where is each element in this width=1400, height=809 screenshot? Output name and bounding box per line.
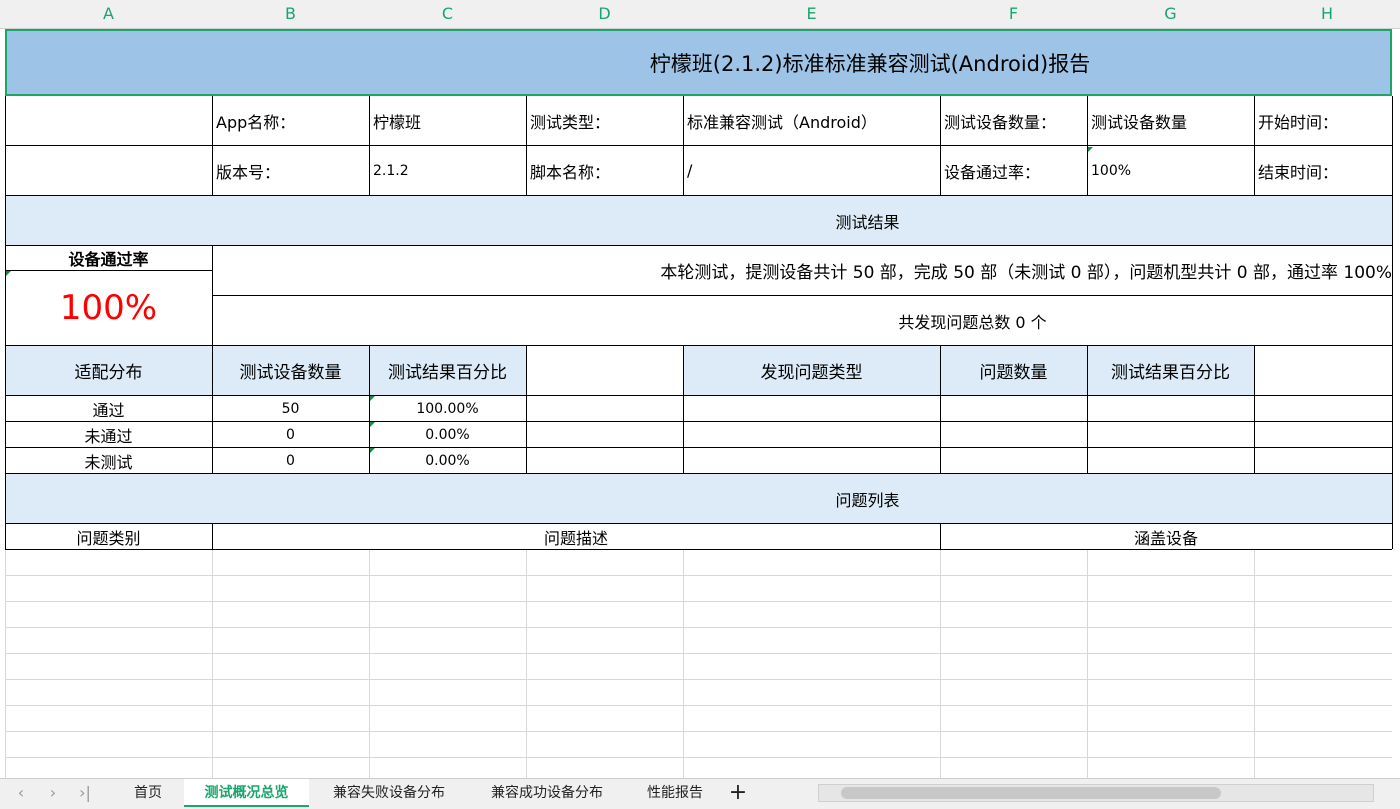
issues-total[interactable]: 共发现问题总数 0 个	[780, 296, 1165, 345]
column-header-bar: A B C D E F G H	[0, 0, 1400, 29]
column-header-e[interactable]: E	[683, 0, 940, 28]
start-time-label[interactable]: 开始时间：	[1254, 96, 1396, 145]
last-sheet-icon[interactable]: ›|	[72, 779, 98, 807]
dist-header-percent: 测试结果百分比	[388, 363, 507, 383]
version-value[interactable]: 2.1.2	[369, 146, 530, 195]
results-header: 测试结果	[835, 212, 900, 232]
column-header-g[interactable]: G	[1087, 0, 1254, 28]
dist-row-count[interactable]: 50	[212, 396, 369, 421]
dist-row-percent[interactable]: 0.00%	[369, 448, 526, 473]
column-header-h[interactable]: H	[1254, 0, 1400, 28]
dist-header-device-count: 测试设备数量	[239, 363, 342, 383]
device-count-label[interactable]: 测试设备数量：	[940, 96, 1091, 145]
add-sheet-icon[interactable]: +	[725, 779, 751, 807]
horizontal-scrollbar[interactable]	[818, 784, 1374, 802]
script-name-value[interactable]: /	[683, 146, 944, 195]
column-header-b[interactable]: B	[212, 0, 369, 28]
scrollbar-thumb[interactable]	[841, 787, 1221, 799]
column-header-c[interactable]: C	[369, 0, 526, 28]
column-header-a[interactable]: A	[5, 0, 212, 28]
sheet-tab-bar: ‹ › ›| 首页 测试概况总览 兼容失败设备分布 兼容成功设备分布 性能报告 …	[0, 778, 1400, 809]
dist-header-issue-count: 问题数量	[979, 363, 1048, 383]
pass-rate-big-value[interactable]: 100%	[5, 271, 212, 345]
dist-row-percent[interactable]: 0.00%	[369, 422, 526, 447]
tab-compat-failed[interactable]: 兼容失败设备分布	[311, 779, 467, 807]
app-name-label[interactable]: App名称：	[212, 96, 373, 145]
device-count-value[interactable]: 测试设备数量	[1087, 96, 1258, 145]
column-header-f[interactable]: F	[940, 0, 1087, 28]
end-time-label[interactable]: 结束时间：	[1254, 146, 1396, 195]
issue-description-header[interactable]: 问题描述	[212, 524, 940, 549]
dist-header-issue-percent: 测试结果百分比	[1111, 363, 1230, 383]
tab-home[interactable]: 首页	[114, 779, 182, 807]
dist-row-count[interactable]: 0	[212, 448, 369, 473]
report-title: 柠檬班(2.1.2)标准标准兼容测试(Android)报告	[649, 51, 1091, 76]
prev-sheet-icon[interactable]: ‹	[8, 779, 34, 807]
dist-header-issue-type: 发现问题类型	[760, 363, 863, 383]
results-header-cell[interactable]	[5, 196, 1392, 245]
tab-test-overview[interactable]: 测试概况总览	[184, 779, 309, 807]
dist-header-distribution: 适配分布	[74, 363, 143, 383]
column-header-d[interactable]: D	[526, 0, 683, 28]
test-summary[interactable]: 本轮测试，提测设备共计 50 部，完成 50 部（未测试 0 部），问题机型共计…	[212, 246, 1398, 295]
dist-row-label[interactable]: 通过	[5, 396, 212, 421]
app-name-value[interactable]: 柠檬班	[369, 96, 530, 145]
issue-list-header-cell[interactable]	[5, 474, 1392, 523]
issue-category-header[interactable]: 问题类别	[5, 524, 212, 549]
script-name-label[interactable]: 脚本名称：	[526, 146, 687, 195]
pass-rate-title[interactable]: 设备通过率	[5, 246, 212, 270]
test-type-label[interactable]: 测试类型：	[526, 96, 687, 145]
next-sheet-icon[interactable]: ›	[40, 779, 66, 807]
version-label[interactable]: 版本号：	[212, 146, 373, 195]
pass-rate-value[interactable]: 100%	[1087, 146, 1258, 195]
issue-list-header: 问题列表	[835, 490, 900, 510]
dist-row-percent[interactable]: 100.00%	[369, 396, 526, 421]
dist-row-label[interactable]: 未测试	[5, 448, 212, 473]
tab-compat-success[interactable]: 兼容成功设备分布	[469, 779, 625, 807]
tab-performance[interactable]: 性能报告	[627, 779, 723, 807]
covered-devices-header[interactable]: 涵盖设备	[940, 524, 1392, 549]
test-type-value[interactable]: 标准兼容测试（Android）	[683, 96, 944, 145]
pass-rate-label[interactable]: 设备通过率：	[940, 146, 1091, 195]
dist-row-label[interactable]: 未通过	[5, 422, 212, 447]
dist-row-count[interactable]: 0	[212, 422, 369, 447]
